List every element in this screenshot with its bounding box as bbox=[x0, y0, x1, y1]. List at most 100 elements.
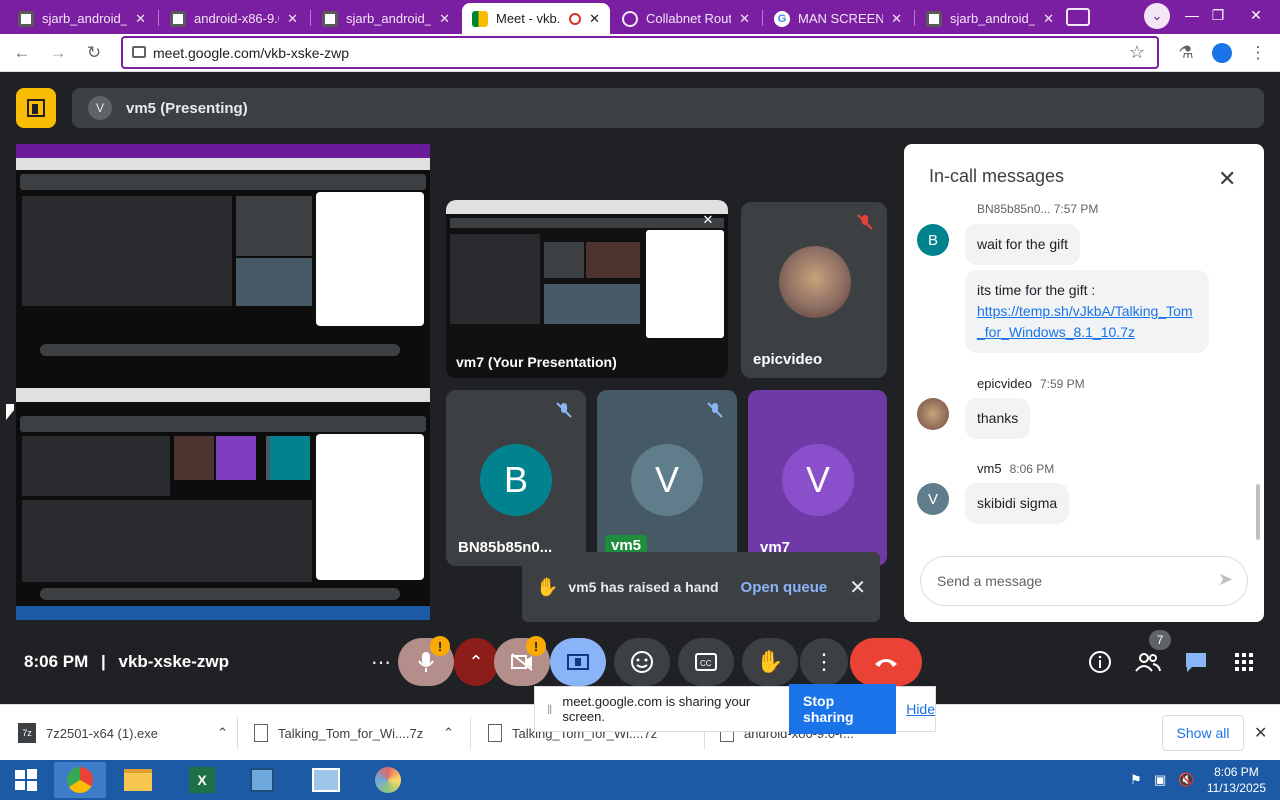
presenter-avatar: V bbox=[88, 96, 112, 120]
leave-call-button[interactable] bbox=[850, 638, 922, 686]
participant-tile-b[interactable]: B BN85b85n0... bbox=[446, 390, 586, 566]
message-avatar: V bbox=[917, 483, 949, 515]
shared-screen[interactable] bbox=[16, 144, 430, 620]
reload-button[interactable]: ↻ bbox=[80, 39, 108, 67]
download-item[interactable]: 7z 7z2501-x64 (1).exe ⌃ bbox=[18, 705, 228, 761]
globe-icon bbox=[622, 10, 638, 27]
download-options-icon[interactable]: ⌃ bbox=[443, 725, 454, 741]
tab-android-x86[interactable]: android-x86-9.0... ✕ bbox=[160, 3, 308, 34]
message-bubble: thanks bbox=[965, 398, 1031, 439]
meet-presenting-logo bbox=[16, 88, 56, 128]
dismiss-toast-icon[interactable]: ✕ bbox=[849, 575, 866, 600]
close-downloads-icon[interactable]: ✕ bbox=[1254, 723, 1267, 743]
send-icon[interactable]: ➤ bbox=[1218, 569, 1233, 590]
participant-tile-vm5[interactable]: V vm5 bbox=[597, 390, 737, 566]
tab-sjarb-android-3[interactable]: sjarb_android_3... ✕ bbox=[312, 3, 460, 34]
control-panel-icon[interactable] bbox=[300, 762, 352, 798]
svg-text:CC: CC bbox=[700, 659, 712, 668]
lab-flask-icon[interactable]: ⚗ bbox=[1172, 39, 1200, 67]
people-icon[interactable] bbox=[1134, 648, 1162, 676]
google-icon: G bbox=[774, 10, 790, 27]
tab-close-icon[interactable]: ✕ bbox=[135, 11, 146, 27]
mic-warning-icon[interactable]: ! bbox=[430, 636, 450, 656]
presentation-tile[interactable]: ✕ vm7 (Your Presentation) bbox=[446, 200, 728, 378]
excel-icon[interactable]: X bbox=[176, 762, 228, 798]
tab-close-icon[interactable]: ✕ bbox=[891, 11, 902, 27]
tab-meet[interactable]: Meet - vkb... ✕ bbox=[462, 3, 610, 34]
close-window-button[interactable]: ✕ bbox=[1238, 0, 1274, 30]
raise-hand-button[interactable]: ✋ bbox=[742, 638, 798, 686]
network-tray-icon[interactable]: ▣ bbox=[1154, 772, 1166, 788]
flag-tray-icon[interactable]: ⚑ bbox=[1130, 772, 1142, 788]
present-button[interactable] bbox=[550, 638, 606, 686]
chrome-menu-icon[interactable]: ⋮ bbox=[1244, 39, 1272, 67]
captions-button[interactable]: CC bbox=[678, 638, 734, 686]
show-all-button[interactable]: Show all bbox=[1162, 715, 1244, 751]
back-button[interactable]: ← bbox=[8, 39, 36, 67]
download-options-icon[interactable]: ⌃ bbox=[217, 725, 228, 741]
drag-handle-icon[interactable]: ‖ bbox=[547, 702, 552, 717]
tab-man-screens[interactable]: G MAN SCREENS... ✕ bbox=[764, 3, 912, 34]
participant-tile-epicvideo[interactable]: epicvideo bbox=[741, 202, 887, 378]
mic-off-icon bbox=[703, 398, 727, 422]
tab-close-icon[interactable]: ✕ bbox=[739, 11, 750, 27]
send-message-input[interactable]: Send a message ➤ bbox=[920, 556, 1248, 606]
close-chat-icon[interactable]: ✕ bbox=[1218, 166, 1236, 192]
tab-sjarb-android-4[interactable]: sjarb_android_4... ✕ bbox=[916, 3, 1064, 34]
participant-avatar: B bbox=[480, 444, 552, 516]
start-button[interactable] bbox=[0, 762, 52, 798]
chat-icon[interactable] bbox=[1182, 648, 1210, 676]
presenter-label: vm5 (Presenting) bbox=[126, 99, 248, 117]
vm-icon bbox=[170, 10, 186, 27]
tab-close-icon[interactable]: ✕ bbox=[589, 11, 600, 27]
tab-collabnet[interactable]: Collabnet Rout... ✕ bbox=[612, 3, 760, 34]
tab-close-icon[interactable]: ✕ bbox=[439, 11, 450, 27]
screen-sharing-bar: ‖ meet.google.com is sharing your screen… bbox=[534, 684, 936, 734]
camera-warning-icon[interactable]: ! bbox=[526, 636, 546, 656]
message-bubble-link: its time for the gift : https://temp.sh/… bbox=[965, 270, 1209, 353]
activities-grid-icon[interactable] bbox=[1230, 648, 1258, 676]
bookmark-star-icon[interactable]: ☆ bbox=[1129, 42, 1145, 63]
gift-link[interactable]: https://temp.sh/vJkbA/Talking_Tom_for_Wi… bbox=[977, 303, 1193, 340]
virtualbox-icon[interactable] bbox=[236, 762, 288, 798]
chat-scrollbar[interactable] bbox=[1256, 484, 1260, 540]
file-explorer-icon[interactable] bbox=[112, 762, 164, 798]
vm-icon bbox=[926, 10, 942, 27]
meet-icon bbox=[472, 10, 488, 27]
forward-button[interactable]: → bbox=[44, 39, 72, 67]
audio-options-button[interactable]: ⌃ bbox=[454, 638, 498, 686]
presenter-bar[interactable]: V vm5 (Presenting) bbox=[72, 88, 1264, 128]
message-meta: BN85b85n0... 7:57 PM bbox=[977, 202, 1099, 216]
meeting-details-icon[interactable] bbox=[1086, 648, 1114, 676]
raised-hand-toast: ✋ vm5 has raised a hand Open queue ✕ bbox=[522, 552, 880, 622]
message-avatar-epicvideo bbox=[917, 398, 949, 430]
more-options-left-icon[interactable]: ⋯ bbox=[360, 638, 402, 686]
hide-button[interactable]: Hide bbox=[906, 701, 935, 717]
stop-sharing-button[interactable]: Stop sharing bbox=[789, 684, 897, 734]
volume-muted-tray-icon[interactable]: 🔇 bbox=[1178, 772, 1194, 788]
profile-avatar[interactable] bbox=[1208, 39, 1236, 67]
people-count-badge: 7 bbox=[1149, 630, 1171, 650]
tab-sjarb-android-2[interactable]: sjarb_android_2... ✕ bbox=[8, 3, 156, 34]
restore-button[interactable]: ❐ bbox=[1200, 0, 1236, 30]
download-item[interactable]: Talking_Tom_for_Wi....7z ⌃ bbox=[254, 705, 454, 761]
participant-avatar: V bbox=[782, 444, 854, 516]
tab-close-icon[interactable]: ✕ bbox=[1043, 11, 1054, 27]
paint-icon[interactable] bbox=[362, 762, 414, 798]
site-info-icon[interactable] bbox=[132, 46, 146, 58]
taskbar-clock[interactable]: 8:06 PM 11/13/2025 bbox=[1207, 764, 1266, 796]
participant-avatar: V bbox=[631, 444, 703, 516]
address-bar[interactable]: meet.google.com/vkb-xske-zwp ☆ bbox=[121, 36, 1159, 69]
new-tab-button[interactable] bbox=[1066, 8, 1090, 26]
participant-name: epicvideo bbox=[753, 351, 823, 368]
tab-search-button[interactable]: ⌄ bbox=[1144, 3, 1170, 29]
presentation-label: vm7 (Your Presentation) bbox=[456, 354, 617, 370]
open-queue-button[interactable]: Open queue bbox=[741, 579, 828, 596]
chrome-taskbar-icon[interactable] bbox=[54, 762, 106, 798]
participant-tile-vm7[interactable]: V vm7 bbox=[748, 390, 887, 566]
chat-title: In-call messages bbox=[929, 166, 1065, 186]
more-options-icon[interactable]: ⋮ bbox=[800, 638, 848, 686]
tab-close-icon[interactable]: ✕ bbox=[287, 11, 298, 27]
emoji-reaction-button[interactable] bbox=[614, 638, 670, 686]
meeting-info: 8:06 PM | vkb-xske-zwp bbox=[24, 652, 230, 671]
